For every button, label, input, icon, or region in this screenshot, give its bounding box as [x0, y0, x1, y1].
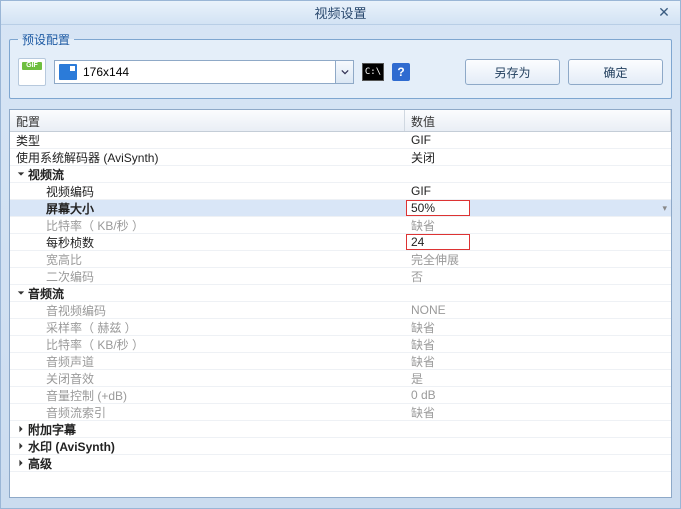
expand-icon[interactable]: [16, 441, 26, 451]
window-title: 视频设置: [1, 3, 680, 22]
content-area: 预设配置 C:\ ? 另存为 确定 配置 数值: [1, 25, 680, 508]
row-watermark-group[interactable]: 水印 (AviSynth): [10, 438, 671, 455]
row-bitrate: 比特率（ KB/秒 ） 缺省: [10, 217, 671, 234]
screen-size-input[interactable]: 50%: [406, 200, 470, 216]
grid-body[interactable]: 类型 GIF 使用系统解码器 (AviSynth) 关闭 视频流 视频编码: [10, 132, 671, 497]
row-decoder[interactable]: 使用系统解码器 (AviSynth) 关闭: [10, 149, 671, 166]
row-sample-rate: 采样率（ 赫兹 ） 缺省: [10, 319, 671, 336]
row-secondary: 二次编码 否: [10, 268, 671, 285]
save-as-button[interactable]: 另存为: [465, 59, 560, 85]
row-screen-size[interactable]: 屏幕大小 50% ▾: [10, 200, 671, 217]
property-grid: 配置 数值 类型 GIF 使用系统解码器 (AviSynth) 关闭 视频流: [9, 109, 672, 498]
collapse-icon[interactable]: [16, 169, 26, 179]
grid-header: 配置 数值: [10, 110, 671, 132]
chevron-down-icon[interactable]: ▾: [662, 203, 667, 214]
gif-file-icon: [18, 58, 46, 86]
close-icon[interactable]: ✕: [656, 5, 672, 21]
row-video-stream-group[interactable]: 视频流: [10, 166, 671, 183]
row-audio-stream-group[interactable]: 音频流: [10, 285, 671, 302]
row-subtitle-group[interactable]: 附加字幕: [10, 421, 671, 438]
monitor-icon: [59, 64, 77, 80]
expand-icon[interactable]: [16, 458, 26, 468]
fps-input[interactable]: 24: [406, 234, 470, 250]
ok-button[interactable]: 确定: [568, 59, 663, 85]
preset-fieldset: 预设配置 C:\ ? 另存为 确定: [9, 31, 672, 99]
resolution-combo[interactable]: [54, 60, 354, 84]
row-aspect: 宽高比 完全伸展: [10, 251, 671, 268]
row-type[interactable]: 类型 GIF: [10, 132, 671, 149]
column-value[interactable]: 数值: [405, 110, 671, 131]
row-advanced-group[interactable]: 高级: [10, 455, 671, 472]
row-audio-bitrate: 比特率（ KB/秒 ） 缺省: [10, 336, 671, 353]
resolution-input[interactable]: [81, 61, 335, 83]
column-config[interactable]: 配置: [10, 110, 405, 131]
preset-legend: 预设配置: [18, 31, 74, 48]
help-icon[interactable]: ?: [392, 63, 410, 81]
row-mute: 关闭音效 是: [10, 370, 671, 387]
row-audio-index: 音频流索引 缺省: [10, 404, 671, 421]
titlebar: 视频设置 ✕: [1, 1, 680, 25]
command-line-icon[interactable]: C:\: [362, 63, 384, 81]
collapse-icon[interactable]: [16, 288, 26, 298]
chevron-down-icon[interactable]: [335, 61, 353, 83]
dialog-window: 视频设置 ✕ 预设配置 C:\ ? 另存为 确定: [0, 0, 681, 509]
row-av-codec: 音视频编码 NONE: [10, 302, 671, 319]
row-channels: 音频声道 缺省: [10, 353, 671, 370]
row-video-codec[interactable]: 视频编码 GIF: [10, 183, 671, 200]
preset-row: C:\ ? 另存为 确定: [18, 58, 663, 86]
row-volume: 音量控制 (+dB) 0 dB: [10, 387, 671, 404]
row-fps[interactable]: 每秒桢数 24: [10, 234, 671, 251]
expand-icon[interactable]: [16, 424, 26, 434]
